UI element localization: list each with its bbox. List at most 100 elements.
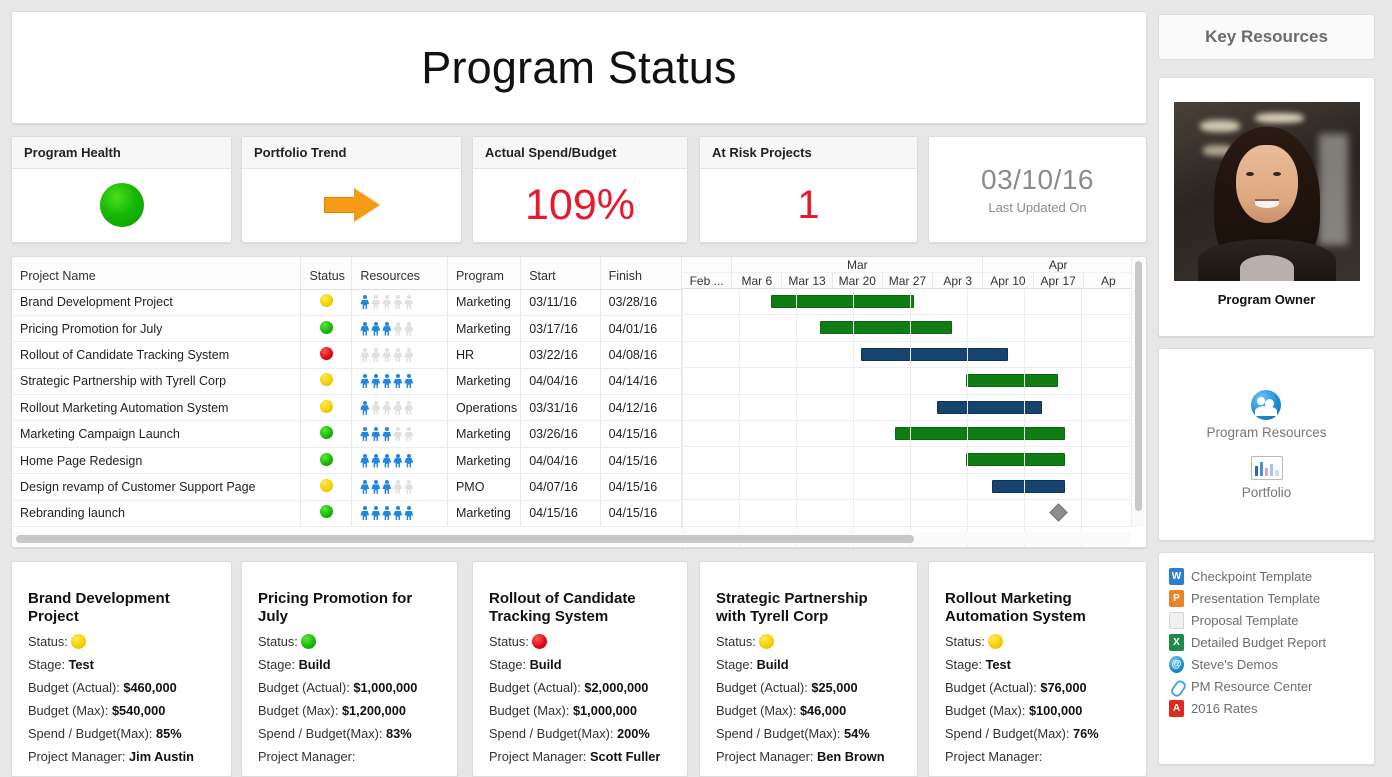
- status-dot-yellow-icon: [988, 634, 1003, 649]
- card-manager-value: Jim Austin: [129, 749, 194, 764]
- gantt-bar[interactable]: [895, 427, 1065, 440]
- resource-link[interactable]: Proposal Template: [1169, 609, 1364, 631]
- field-label: Spend / Budget(Max):: [945, 726, 1069, 741]
- scrollbar-thumb[interactable]: [16, 535, 914, 543]
- person-icon: [360, 427, 369, 441]
- gantt-rows: [682, 289, 1134, 527]
- field-label: Spend / Budget(Max):: [258, 726, 382, 741]
- person-icon: [382, 374, 391, 388]
- gantt-row: [682, 342, 1134, 368]
- table-row[interactable]: Pricing Promotion for JulyMarketing03/17…: [12, 315, 682, 341]
- person-icon: [404, 322, 413, 336]
- project-detail-card[interactable]: Rollout Marketing Automation SystemStatu…: [928, 561, 1147, 777]
- card-field-budget-max: Budget (Max): $100,000: [945, 704, 1130, 718]
- scrollbar-thumb[interactable]: [1135, 261, 1142, 511]
- gantt-week-header: Feb ...Mar 6Mar 13Mar 20Mar 27Apr 3Apr 1…: [682, 273, 1134, 289]
- table-horizontal-scrollbar[interactable]: [14, 532, 1130, 545]
- blank-doc-icon: [1169, 612, 1184, 629]
- gantt-bar[interactable]: [966, 453, 1065, 466]
- gantt-row: [682, 289, 1134, 315]
- field-label: Status:: [489, 634, 529, 649]
- person-icon: [393, 374, 402, 388]
- project-detail-card[interactable]: Strategic Partnership with Tyrell CorpSt…: [699, 561, 918, 777]
- col-finish[interactable]: Finish: [600, 257, 681, 289]
- resource-link[interactable]: XDetailed Budget Report: [1169, 631, 1364, 653]
- person-icon: [404, 295, 413, 309]
- project-detail-card[interactable]: Pricing Promotion for JulyStatus: Stage:…: [241, 561, 458, 777]
- gantt-week-label: Apr 17: [1034, 273, 1084, 288]
- card-stage-value: Build: [530, 657, 562, 672]
- person-icon: [382, 322, 391, 336]
- tile-program-resources[interactable]: Program Resources: [1206, 390, 1326, 440]
- table-row[interactable]: Brand Development ProjectMarketing03/11/…: [12, 289, 682, 315]
- gantt-milestone-diamond-icon[interactable]: [1049, 503, 1067, 521]
- gantt-week-label: Mar 6: [732, 273, 782, 288]
- gantt-month-pad: [682, 257, 732, 273]
- tile-portfolio[interactable]: Portfolio: [1242, 456, 1292, 500]
- person-icon: [360, 480, 369, 494]
- col-status[interactable]: Status: [301, 257, 352, 289]
- table-row[interactable]: Marketing Campaign LaunchMarketing03/26/…: [12, 421, 682, 447]
- resource-link-label: 2016 Rates: [1191, 701, 1258, 716]
- gantt-chart[interactable]: MarApr Feb ...Mar 6Mar 13Mar 20Mar 27Apr…: [682, 257, 1134, 547]
- gantt-bar[interactable]: [820, 321, 952, 334]
- project-detail-card[interactable]: Brand Development ProjectStatus: Stage: …: [11, 561, 232, 777]
- card-spend-ratio-value: 83%: [386, 726, 412, 741]
- card-title: Brand Development Project: [28, 590, 215, 625]
- person-icon: [360, 295, 369, 309]
- gantt-bar[interactable]: [771, 295, 914, 308]
- kpi-actual-spend-budget: Actual Spend/Budget 109%: [472, 136, 688, 243]
- person-icon: [382, 427, 391, 441]
- col-program[interactable]: Program: [447, 257, 520, 289]
- paperclip-icon: [1169, 678, 1184, 695]
- col-start[interactable]: Start: [521, 257, 600, 289]
- table-vertical-scrollbar[interactable]: [1131, 259, 1144, 527]
- field-label: Budget (Max):: [28, 703, 108, 718]
- gantt-bar[interactable]: [937, 401, 1042, 414]
- resource-link[interactable]: PM Resource Center: [1169, 675, 1364, 697]
- card-budget-actual-value: $1,000,000: [353, 680, 417, 695]
- right-arrow-icon: [324, 188, 380, 222]
- resource-link[interactable]: @Steve's Demos: [1169, 653, 1364, 675]
- project-table-panel[interactable]: Project Name Status Resources Program St…: [11, 256, 1147, 548]
- person-icon: [404, 374, 413, 388]
- table-row[interactable]: Strategic Partnership with Tyrell CorpMa…: [12, 368, 682, 394]
- cell-project-name: Marketing Campaign Launch: [12, 421, 301, 447]
- person-icon: [382, 480, 391, 494]
- card-field-manager: Project Manager:: [945, 750, 1130, 764]
- kpi-label: At Risk Projects: [700, 137, 917, 169]
- card-title: Rollout of Candidate Tracking System: [489, 590, 671, 625]
- project-detail-card[interactable]: Rollout of Candidate Tracking System Stat…: [472, 561, 688, 777]
- person-icon: [360, 401, 369, 415]
- resource-link[interactable]: WCheckpoint Template: [1169, 565, 1364, 587]
- resource-link-label: PM Resource Center: [1191, 679, 1312, 694]
- powerpoint-icon: P: [1169, 590, 1184, 607]
- program-owner-card[interactable]: Program Owner: [1158, 77, 1375, 337]
- cell-project-name: Strategic Partnership with Tyrell Corp: [12, 368, 301, 394]
- cell-program: Marketing: [447, 421, 520, 447]
- cell-finish-date: 04/15/16: [600, 500, 681, 526]
- cell-program: PMO: [447, 474, 520, 500]
- table-row[interactable]: Rollout Marketing Automation SystemOpera…: [12, 395, 682, 421]
- cell-resources: [352, 368, 448, 394]
- gantt-bar[interactable]: [861, 348, 1008, 361]
- table-row[interactable]: Rollout of Candidate Tracking SystemHR03…: [12, 342, 682, 368]
- field-label: Budget (Actual):: [489, 680, 581, 695]
- gantt-bar[interactable]: [992, 480, 1065, 493]
- col-project-name[interactable]: Project Name: [12, 257, 301, 289]
- field-label: Stage:: [716, 657, 753, 672]
- resource-link[interactable]: A2016 Rates: [1169, 697, 1364, 719]
- col-resources[interactable]: Resources: [352, 257, 448, 289]
- field-label: Budget (Actual):: [945, 680, 1037, 695]
- table-row[interactable]: Home Page RedesignMarketing04/04/1604/15…: [12, 447, 682, 473]
- table-row[interactable]: Rebranding launchMarketing04/15/1604/15/…: [12, 500, 682, 526]
- table-row[interactable]: Design revamp of Customer Support PagePM…: [12, 474, 682, 500]
- card-field-budget-actual: Budget (Actual): $76,000: [945, 681, 1130, 695]
- gantt-bar[interactable]: [966, 374, 1058, 387]
- kpi-label: Portfolio Trend: [242, 137, 461, 169]
- card-title: Pricing Promotion for July: [258, 590, 441, 625]
- resource-link[interactable]: PPresentation Template: [1169, 587, 1364, 609]
- cell-program: Operations: [447, 395, 520, 421]
- people-icon: [1251, 390, 1281, 420]
- status-dot-red-icon: [532, 634, 547, 649]
